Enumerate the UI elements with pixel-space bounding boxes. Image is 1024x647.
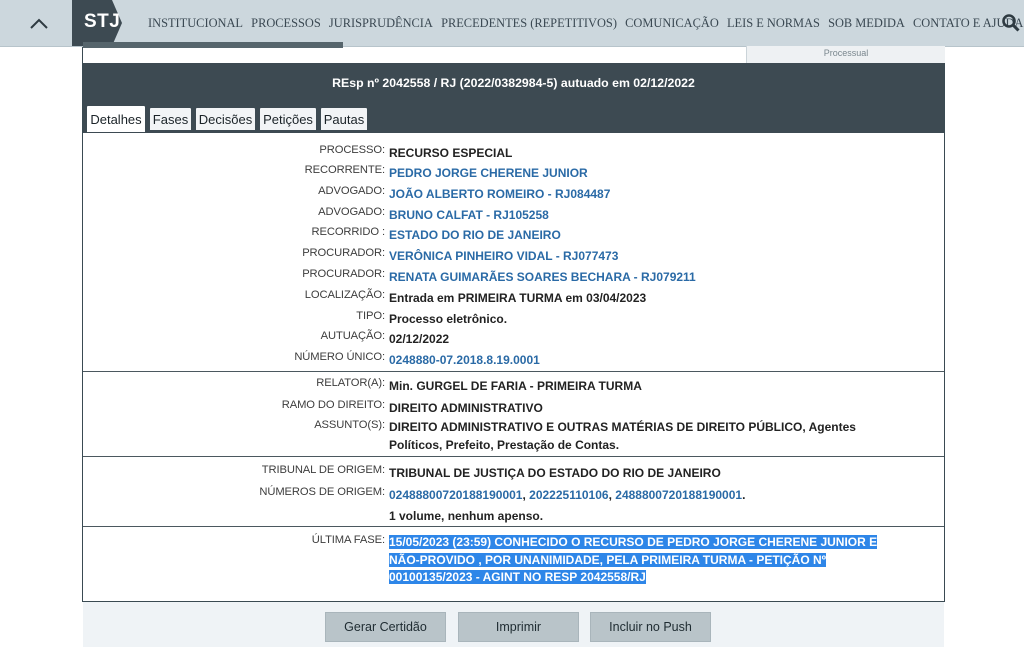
recorrido-link[interactable]: ESTADO DO RIO DE JANEIRO — [389, 228, 561, 242]
tab-fases[interactable]: Fases — [149, 107, 192, 130]
field-label: AUTUAÇÃO: — [320, 330, 385, 342]
logo-text: STJ — [84, 11, 121, 32]
chevron-up-icon[interactable] — [24, 8, 54, 38]
field-label: RECORRENTE: — [304, 164, 385, 176]
nav-sob-medida[interactable]: SOB MEDIDA — [828, 16, 905, 31]
field-value: RECURSO ESPECIAL — [389, 146, 513, 160]
ultima-fase-line: NÃO-PROVIDO , POR UNANIMIDADE, PELA PRIM… — [389, 552, 827, 567]
gerar-certidao-button[interactable]: Gerar Certidão — [325, 612, 446, 642]
numero-origem-link[interactable]: 2488800720188190001 — [615, 488, 742, 502]
tab-peticoes[interactable]: Petições — [259, 107, 317, 130]
stj-logo[interactable]: STJ — [72, 0, 122, 46]
field-processo: PROCESSO: RECURSO ESPECIAL — [0, 144, 1024, 164]
field-label: RECORRIDO : — [311, 226, 386, 238]
field-volume: 1 volume, nenhum apenso. — [0, 507, 1024, 527]
numero-unico-link[interactable]: 0248880-07.2018.8.19.0001 — [389, 353, 540, 367]
tab-decisoes[interactable]: Decisões — [195, 107, 256, 130]
field-value: TRIBUNAL DE JUSTIÇA DO ESTADO DO RIO DE … — [389, 466, 721, 480]
recorrente-link[interactable]: PEDRO JORGE CHERENE JUNIOR — [389, 166, 588, 180]
field-label: TRIBUNAL DE ORIGEM: — [261, 464, 385, 476]
field-value: Entrada em PRIMEIRA TURMA em 03/04/2023 — [389, 291, 647, 305]
search-icon[interactable] — [1001, 13, 1021, 33]
field-label: ASSUNTO(S): — [314, 419, 385, 431]
field-relator: RELATOR(A): Min. GURGEL DE FARIA - PRIME… — [0, 377, 1024, 397]
field-value: Processo eletrônico. — [389, 312, 508, 326]
field-assuntos: ASSUNTO(S): DIREITO ADMINISTRATIVO E OUT… — [0, 419, 1024, 457]
field-procurador-1: PROCURADOR: VERÔNICA PINHEIRO VIDAL - RJ… — [0, 247, 1024, 267]
imprimir-button[interactable]: Imprimir — [458, 612, 579, 642]
nav-jurisprudencia[interactable]: JURISPRUDÊNCIA — [329, 16, 433, 31]
field-advogado-2: ADVOGADO: BRUNO CALFAT - RJ105258 — [0, 206, 1024, 226]
procurador-2-link[interactable]: RENATA GUIMARÃES SOARES BECHARA - RJ0792… — [389, 270, 696, 284]
ultima-fase-line: 00100135/2023 - AGINT NO RESP 2042558/RJ — [389, 570, 646, 584]
field-value: DIREITO ADMINISTRATIVO E OUTRAS MATÉRIAS… — [389, 420, 856, 452]
field-label: TIPO: — [356, 310, 385, 322]
numero-origem-link[interactable]: 202225110106 — [529, 488, 608, 502]
field-ultima-fase: ÚLTIMA FASE: 15/05/2023 (23:59) CONHECID… — [0, 534, 1024, 590]
field-label: LOCALIZAÇÃO: — [304, 289, 385, 301]
field-ramo-direito: RAMO DO DIREITO: DIREITO ADMINISTRATIVO — [0, 399, 1024, 419]
field-value: 02/12/2022 — [389, 332, 450, 346]
scrolled-remnant — [83, 42, 343, 48]
field-recorrente: RECORRENTE: PEDRO JORGE CHERENE JUNIOR — [0, 164, 1024, 184]
section-divider — [83, 371, 944, 372]
procurador-1-link[interactable]: VERÔNICA PINHEIRO VIDAL - RJ077473 — [389, 249, 618, 263]
field-value: 02488800720188190001, 202225110106, 2488… — [389, 488, 746, 502]
advogado-1-link[interactable]: JOÃO ALBERTO ROMEIRO - RJ084487 — [389, 187, 610, 201]
field-recorrido: RECORRIDO : ESTADO DO RIO DE JANEIRO — [0, 226, 1024, 246]
process-title: REsp nº 2042558 / RJ (2022/0382984-5) au… — [83, 63, 944, 103]
advogado-2-link[interactable]: BRUNO CALFAT - RJ105258 — [389, 208, 549, 222]
field-advogado-1: ADVOGADO: JOÃO ALBERTO ROMEIRO - RJ08448… — [0, 185, 1024, 205]
nav-institucional[interactable]: INSTITUCIONAL — [148, 16, 243, 31]
field-value: DIREITO ADMINISTRATIVO — [389, 401, 543, 415]
field-label: PROCURADOR: — [302, 247, 385, 259]
nav-precedentes[interactable]: PRECEDENTES (REPETITIVOS) — [441, 16, 617, 31]
field-label: NÚMERO ÚNICO: — [294, 351, 385, 363]
field-label: NÚMEROS DE ORIGEM: — [259, 486, 385, 498]
field-numeros-origem: NÚMEROS DE ORIGEM: 02488800720188190001,… — [0, 486, 1024, 506]
ultima-fase-line: 15/05/2023 (23:59) CONHECIDO O RECURSO D… — [389, 535, 878, 549]
numero-origem-link[interactable]: 02488800720188190001 — [389, 488, 522, 502]
field-label: RELATOR(A): — [316, 377, 385, 389]
field-tribunal-origem: TRIBUNAL DE ORIGEM: TRIBUNAL DE JUSTIÇA … — [0, 464, 1024, 484]
field-label: PROCURADOR: — [302, 268, 385, 280]
nav-leis-e-normas[interactable]: LEIS E NORMAS — [727, 16, 820, 31]
section-divider — [83, 456, 944, 457]
field-value: Min. GURGEL DE FARIA - PRIMEIRA TURMA — [389, 379, 642, 393]
field-value: 1 volume, nenhum apenso. — [389, 509, 544, 523]
field-label: RAMO DO DIREITO: — [281, 399, 385, 411]
field-localizacao: LOCALIZAÇÃO: Entrada em PRIMEIRA TURMA e… — [0, 289, 1024, 309]
ghost-tab-processual[interactable]: Processual — [746, 46, 945, 63]
nav-comunicacao[interactable]: COMUNICAÇÃO — [625, 16, 719, 31]
ultima-fase-text: 15/05/2023 (23:59) CONHECIDO O RECURSO D… — [389, 534, 878, 587]
field-label: ÚLTIMA FASE: — [311, 534, 385, 546]
field-autuacao: AUTUAÇÃO: 02/12/2022 — [0, 330, 1024, 350]
nav-processos[interactable]: PROCESSOS — [251, 16, 321, 31]
field-procurador-2: PROCURADOR: RENATA GUIMARÃES SOARES BECH… — [0, 268, 1024, 288]
section-divider — [83, 526, 944, 527]
field-label: ADVOGADO: — [318, 206, 385, 218]
main-menu: INSTITUCIONAL PROCESSOS JURISPRUDÊNCIA P… — [148, 0, 1024, 46]
top-navigation-bar: STJ INSTITUCIONAL PROCESSOS JURISPRUDÊNC… — [0, 0, 1024, 47]
field-tipo: TIPO: Processo eletrônico. — [0, 310, 1024, 330]
field-label: ADVOGADO: — [318, 185, 385, 197]
field-label: PROCESSO: — [319, 144, 385, 156]
incluir-no-push-button[interactable]: Incluir no Push — [590, 612, 711, 642]
tab-pautas[interactable]: Pautas — [320, 107, 368, 130]
tab-detalhes[interactable]: Detalhes — [86, 105, 146, 132]
field-numero-unico: NÚMERO ÚNICO: 0248880-07.2018.8.19.0001 — [0, 351, 1024, 371]
